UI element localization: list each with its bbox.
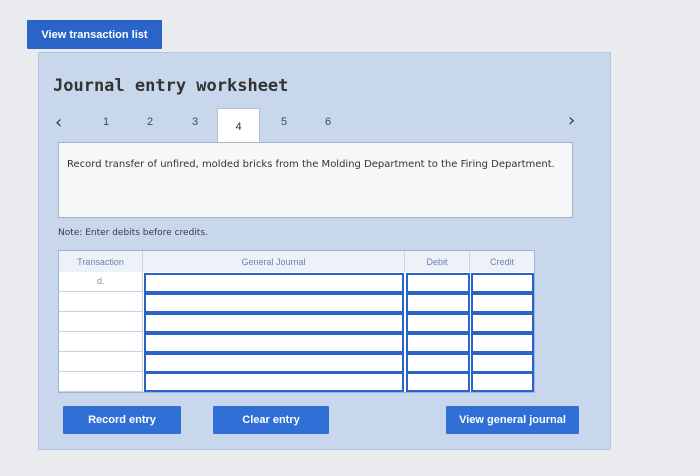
- credit-input[interactable]: [471, 333, 534, 353]
- account-input[interactable]: [144, 313, 404, 333]
- account-input[interactable]: [144, 273, 404, 293]
- debit-input[interactable]: [406, 333, 470, 353]
- tab-1[interactable]: 1: [95, 116, 117, 128]
- header-transaction: Transaction: [59, 251, 143, 272]
- debit-input[interactable]: [406, 353, 470, 373]
- transaction-cell: [59, 312, 143, 332]
- transaction-prompt: Record transfer of unfired, molded brick…: [58, 142, 573, 218]
- chevron-left-icon[interactable]: ‹: [55, 112, 62, 133]
- journal-table: Transaction General Journal Debit Credit…: [58, 250, 535, 393]
- worksheet-title: Journal entry worksheet: [53, 76, 289, 96]
- transaction-cell: [59, 352, 143, 372]
- tab-6[interactable]: 6: [317, 116, 339, 128]
- credit-input[interactable]: [471, 293, 534, 313]
- debit-input[interactable]: [406, 273, 470, 293]
- tab-2[interactable]: 2: [139, 116, 161, 128]
- debit-input[interactable]: [406, 372, 470, 392]
- account-input[interactable]: [144, 293, 404, 313]
- record-entry-button[interactable]: Record entry: [63, 406, 181, 434]
- header-general-journal: General Journal: [143, 251, 405, 272]
- debit-input[interactable]: [406, 293, 470, 313]
- note-text: Note: Enter debits before credits.: [58, 228, 208, 238]
- credit-input[interactable]: [471, 372, 534, 392]
- view-transaction-list-button[interactable]: View transaction list: [27, 20, 162, 49]
- view-general-journal-button[interactable]: View general journal: [446, 406, 579, 434]
- tab-3[interactable]: 3: [184, 116, 206, 128]
- credit-input[interactable]: [471, 273, 534, 293]
- account-input[interactable]: [144, 353, 404, 373]
- transaction-cell: [59, 332, 143, 352]
- transaction-cell: d.: [59, 272, 143, 292]
- credit-input[interactable]: [471, 353, 534, 373]
- debit-input[interactable]: [406, 313, 470, 333]
- header-debit: Debit: [405, 251, 470, 272]
- clear-entry-button[interactable]: Clear entry: [213, 406, 329, 434]
- header-credit: Credit: [470, 251, 534, 272]
- account-input[interactable]: [144, 333, 404, 353]
- tab-5[interactable]: 5: [273, 116, 295, 128]
- transaction-cell: [59, 372, 143, 392]
- chevron-right-icon[interactable]: ›: [568, 110, 575, 131]
- transaction-cell: [59, 292, 143, 312]
- transaction-label: d.: [97, 276, 105, 286]
- account-input[interactable]: [144, 372, 404, 392]
- tab-4[interactable]: 4: [217, 108, 260, 145]
- credit-input[interactable]: [471, 313, 534, 333]
